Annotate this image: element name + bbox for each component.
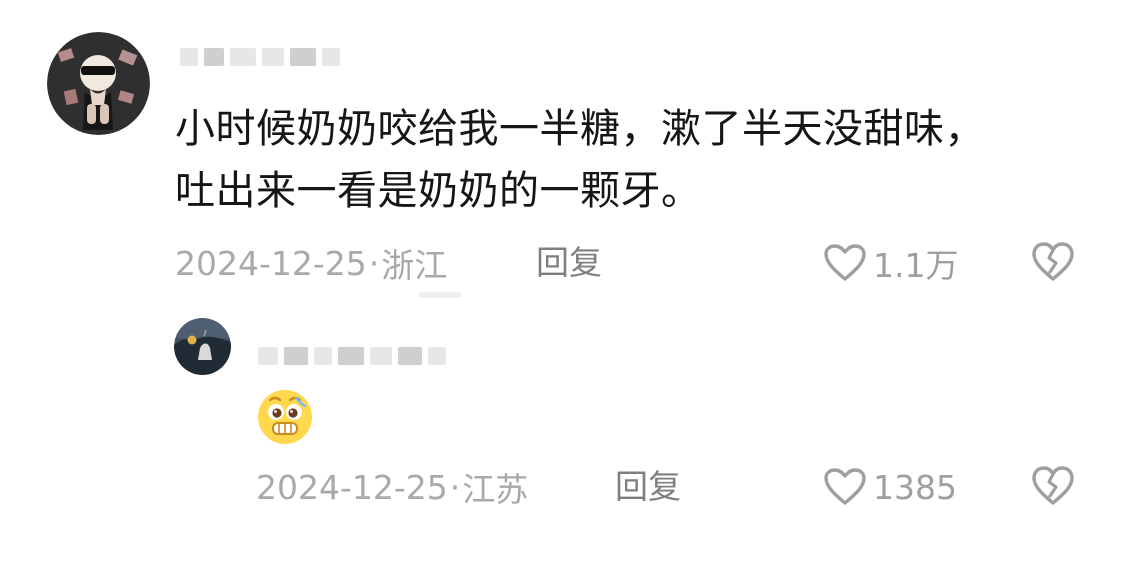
broken-heart-icon [1030,240,1076,284]
like-button[interactable]: 1.1万 [823,238,958,288]
avatar-main-icon [47,32,150,135]
blurred-reply-username [258,347,446,365]
dislike-button[interactable] [1030,240,1076,286]
reply-date: 2024-12-25 [256,467,448,507]
reply-button[interactable]: 回复 [615,462,681,512]
meta-separator: · [368,243,380,283]
avatar-main[interactable] [47,32,150,135]
like-count: 1.1万 [873,246,959,285]
comment-text-line-2: 吐出来一看是奶奶的一颗牙。 [175,168,702,214]
reply-button[interactable]: 回复 [536,238,602,288]
dislike-button[interactable] [1030,464,1076,510]
comment-meta: 2024-12-25 · 浙江 [175,238,447,288]
like-count: 1385 [873,467,957,507]
comment-date: 2024-12-25 [175,243,367,283]
pleading-face-icon [256,388,314,446]
comment-text: 小时候奶奶咬给我一半糖，漱了半天没甜味， 吐出来一看是奶奶的一颗牙。 [175,98,1065,222]
avatar-reply-icon [174,318,231,375]
location-underline [419,292,461,298]
reply-meta: 2024-12-25 · 江苏 [256,462,528,512]
blurred-username [180,48,340,66]
meta-separator: · [449,467,461,507]
like-button[interactable]: 1385 [823,462,957,512]
avatar-reply[interactable] [174,318,231,375]
heart-outline-icon [823,243,867,283]
reply-location: 江苏 [462,470,529,509]
heart-outline-icon [823,467,867,507]
comment-location: 浙江 [381,246,448,285]
broken-heart-icon [1030,464,1076,508]
comment-text-line-1: 小时候奶奶咬给我一半糖，漱了半天没甜味， [175,106,985,152]
